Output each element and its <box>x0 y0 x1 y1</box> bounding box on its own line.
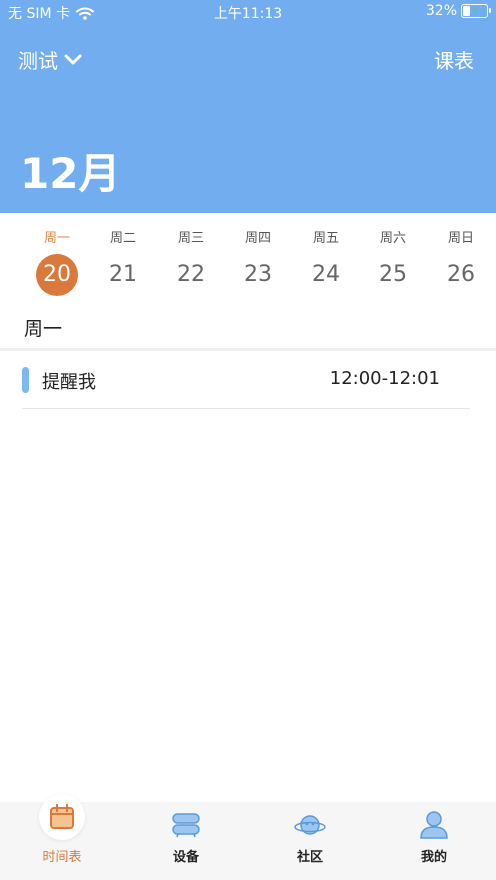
tab-profile[interactable]: 我的 <box>372 802 496 880</box>
project-selector[interactable]: 测试 <box>18 45 82 74</box>
tab-device[interactable]: 设备 <box>124 802 248 880</box>
week-strip: 周一 20 周二 21 周三 22 周四 23 周五 24 周六 25 周日 2… <box>0 213 496 303</box>
day-tue[interactable]: 周二 21 <box>93 213 153 297</box>
status-bar: 无 SIM 卡 上午11:13 32% ⚡ <box>0 0 496 24</box>
reminder-color-bar <box>22 367 29 393</box>
header: 无 SIM 卡 上午11:13 32% ⚡ 测试 课表 12月 <box>0 0 496 213</box>
reminder-item[interactable]: 提醒我 12:00-12:01 <box>22 363 470 409</box>
tab-label: 设备 <box>172 850 199 865</box>
date-number: 20 <box>36 254 78 296</box>
day-fri[interactable]: 周五 24 <box>296 213 356 297</box>
date-number: 25 <box>379 262 407 287</box>
weekday-label: 周日 <box>447 231 474 246</box>
date-number: 24 <box>312 262 340 287</box>
section-divider <box>0 348 496 351</box>
battery-icon: ⚡ <box>461 4 491 18</box>
reminder-time: 12:00-12:01 <box>329 368 440 389</box>
status-time: 上午11:13 <box>213 6 283 22</box>
date-number: 23 <box>244 262 272 287</box>
day-thu[interactable]: 周四 23 <box>228 213 288 297</box>
tab-bar: 时间表 设备 社区 我的 <box>0 794 496 880</box>
calendar-icon <box>50 803 74 829</box>
section-title: 周一 <box>24 318 63 340</box>
day-sun[interactable]: 周日 26 <box>431 213 491 297</box>
date-number: 26 <box>447 262 475 287</box>
planet-icon <box>294 815 326 835</box>
tab-label: 社区 <box>296 850 323 865</box>
date-number: 21 <box>109 262 137 287</box>
battery-percent: 32% <box>425 3 457 19</box>
project-name: 测试 <box>18 49 58 73</box>
weekday-label: 周五 <box>312 231 339 246</box>
tab-label: 我的 <box>420 850 447 865</box>
tab-schedule[interactable]: 时间表 <box>0 794 124 880</box>
weekday-label: 周六 <box>379 231 406 246</box>
profile-icon <box>420 811 448 839</box>
date-number: 22 <box>177 262 205 287</box>
day-sat[interactable]: 周六 25 <box>363 213 423 297</box>
weekday-label: 周三 <box>177 231 204 246</box>
reminder-title: 提醒我 <box>42 372 96 393</box>
schedule-link[interactable]: 课表 <box>434 45 474 74</box>
weekday-label: 周一 <box>43 231 70 246</box>
device-icon <box>172 813 200 838</box>
weekday-label: 周四 <box>244 231 271 246</box>
weekday-label: 周二 <box>109 231 136 246</box>
tab-label: 时间表 <box>42 850 82 865</box>
tab-community[interactable]: 社区 <box>248 802 372 880</box>
month-title: 12月 <box>20 149 121 198</box>
chevron-down-icon <box>64 54 82 64</box>
day-mon[interactable]: 周一 20 <box>27 213 87 297</box>
day-wed[interactable]: 周三 22 <box>161 213 221 297</box>
